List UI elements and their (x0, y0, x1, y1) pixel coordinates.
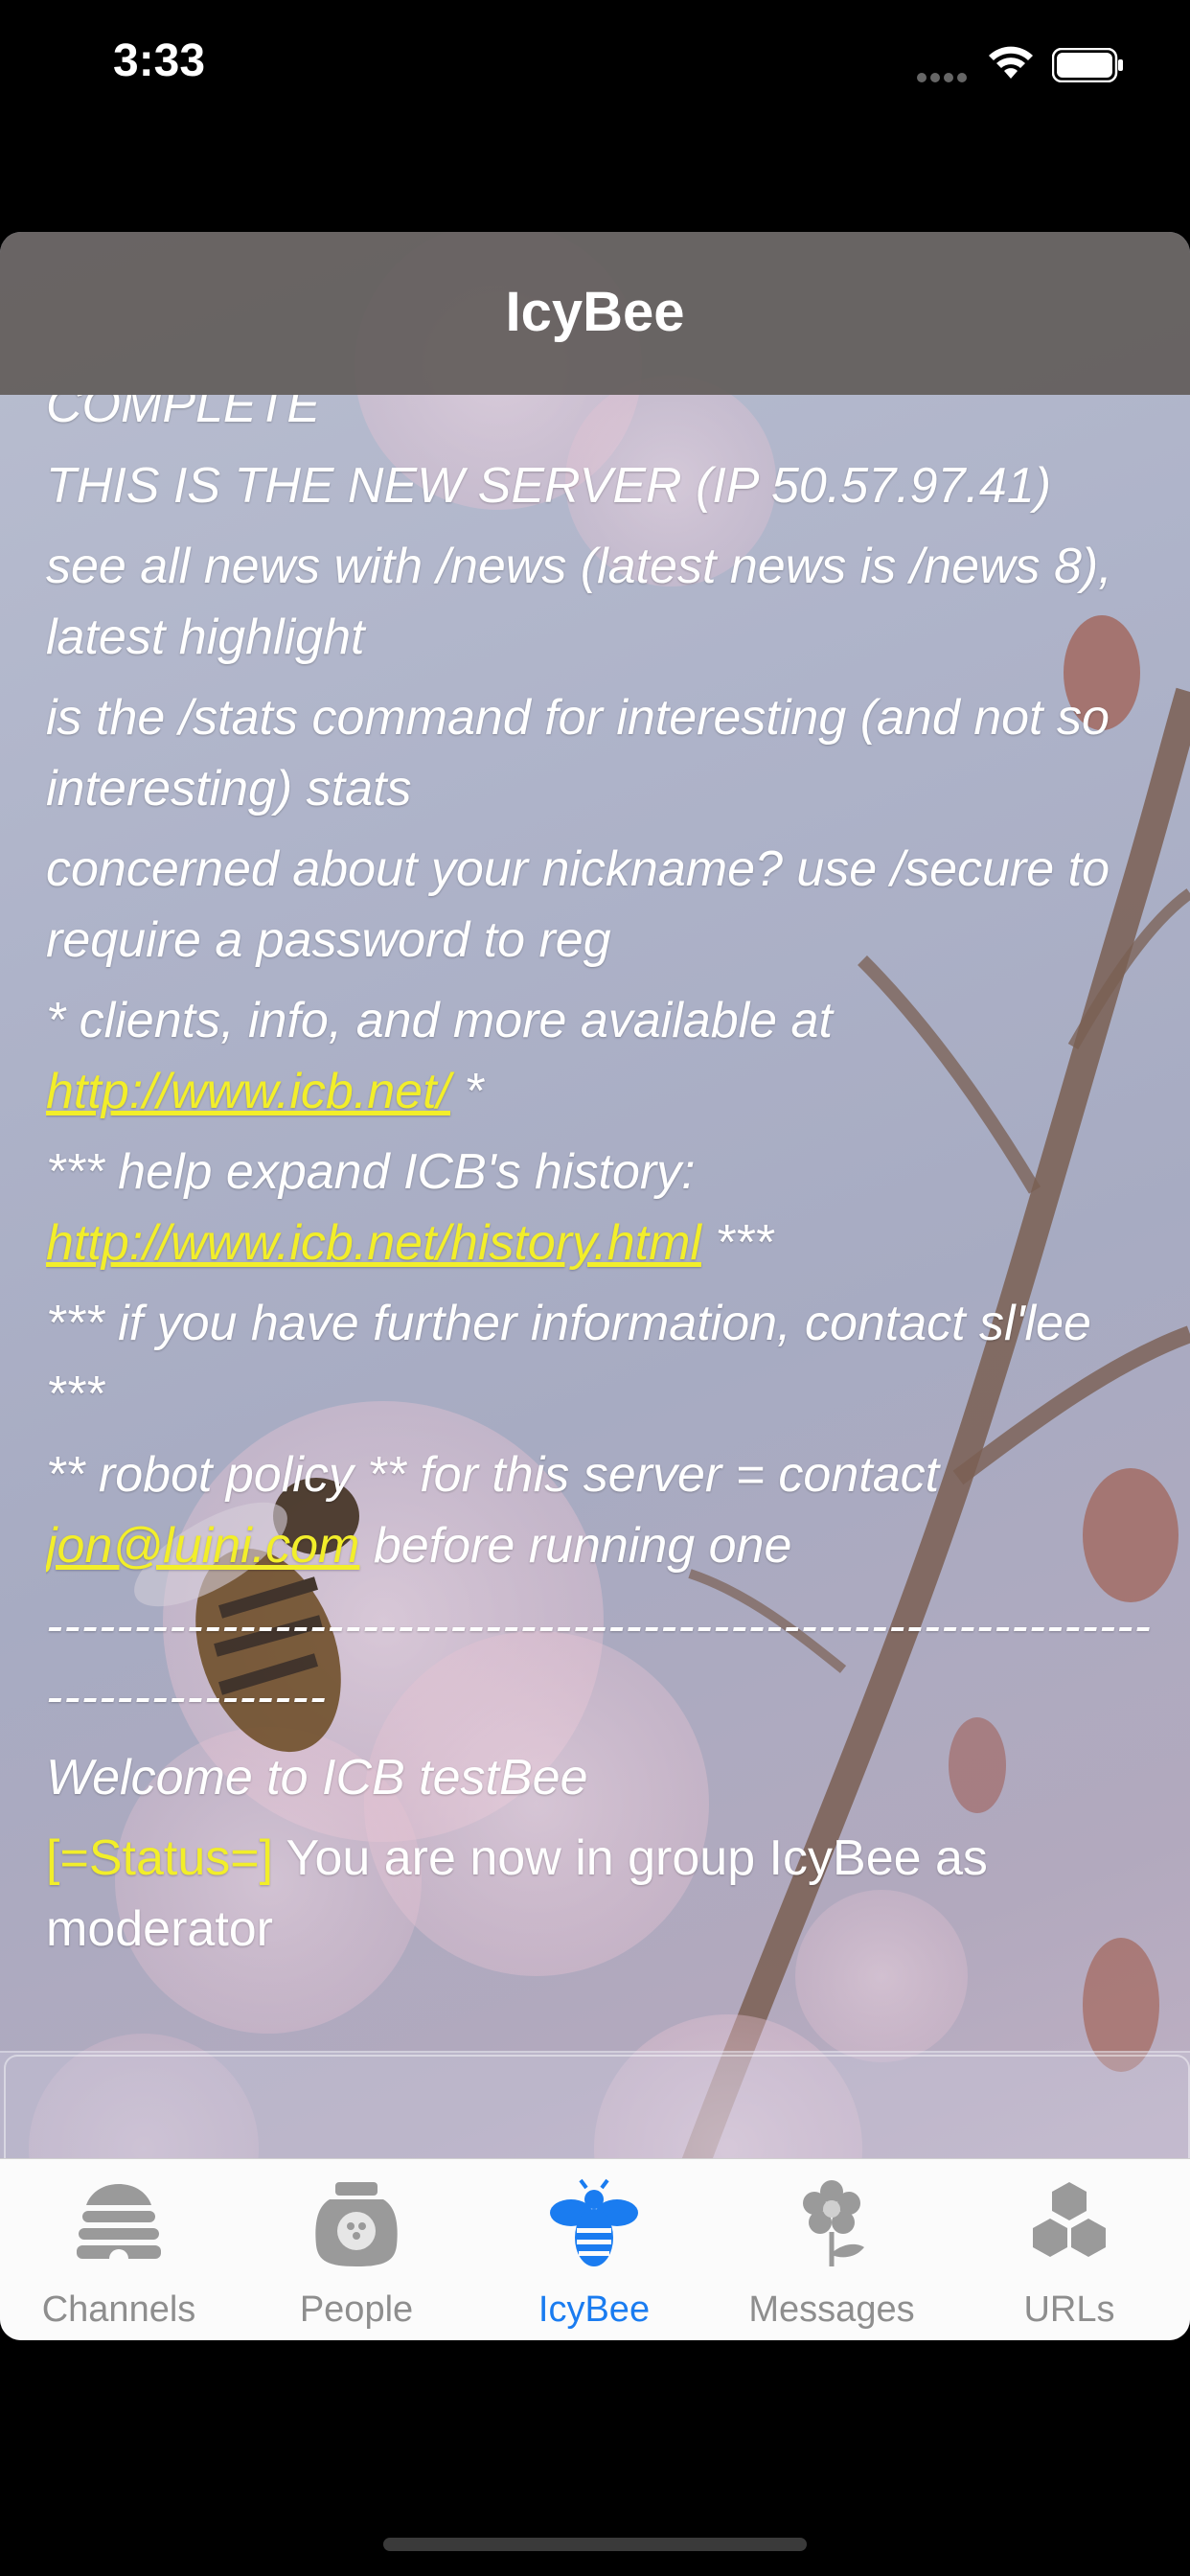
clients-suffix: * (449, 1064, 484, 1119)
message-robot-policy: ** robot policy ** for this server = con… (46, 1439, 1157, 1581)
jar-icon (315, 2182, 398, 2266)
battery-icon (1051, 47, 1125, 87)
message-status: [=Status=] You are now in group IcyBee a… (46, 1823, 1157, 1965)
wifi-icon (987, 44, 1035, 87)
history-suffix: *** (700, 1215, 774, 1271)
email-link[interactable]: jon@luini.com (46, 1518, 359, 1574)
message-complete: COMPLETE (46, 395, 321, 433)
message-welcome: Welcome to ICB testBee (46, 1750, 588, 1806)
tab-label-people: People (299, 2289, 414, 2330)
navigation-bar: IcyBee (0, 232, 1190, 395)
home-indicator[interactable] (383, 2538, 807, 2551)
tab-icybee[interactable]: IcyBee (475, 2159, 713, 2340)
robot-suffix: before running one (359, 1518, 792, 1574)
tab-label-messages: Messages (748, 2289, 915, 2330)
beehive-icon (77, 2184, 161, 2259)
message-secure: concerned about your nickname? use /secu… (46, 841, 1110, 968)
message-news: see all news with /news (latest news is … (46, 539, 1112, 665)
icb-link[interactable]: http://www.icb.net/ (46, 1064, 450, 1119)
robot-prefix: ** robot policy ** for this server = con… (46, 1447, 940, 1503)
chat-log[interactable]: COMPLETE THIS IS THE NEW SERVER (IP 50.5… (46, 395, 1157, 2279)
tab-channels[interactable]: Channels (0, 2159, 238, 2340)
tab-label-channels: Channels (41, 2289, 196, 2330)
cellular-signal-icon (916, 71, 970, 88)
tab-bar: Channels People IcyBee Messages URLs (0, 2158, 1190, 2340)
flower-icon (803, 2180, 864, 2266)
tab-label-urls: URLs (1023, 2289, 1115, 2330)
message-input[interactable] (4, 2055, 1190, 2162)
history-link[interactable]: http://www.icb.net/history.html (46, 1215, 701, 1271)
message-new-server: THIS IS THE NEW SERVER (IP 50.57.97.41) (46, 458, 1052, 514)
history-prefix: *** help expand ICB's history: (46, 1144, 696, 1200)
status-time: 3:33 (113, 35, 206, 86)
app-window: IcyBee COMPLETE THIS IS THE NEW SERVER (… (0, 232, 1190, 2340)
message-input-bar (0, 2051, 1190, 2162)
honeycomb-icon (1033, 2182, 1106, 2257)
nav-title: IcyBee (505, 281, 685, 343)
tab-people[interactable]: People (238, 2159, 475, 2340)
message-stats: is the /stats command for interesting (a… (46, 690, 1110, 816)
status-tag: [=Status=] (46, 1830, 274, 1886)
tab-label-icybee: IcyBee (538, 2289, 651, 2330)
message-contact: *** if you have further information, con… (46, 1296, 1091, 1422)
status-bar: 3:33 (0, 0, 1190, 134)
tab-messages[interactable]: Messages (713, 2159, 950, 2340)
bee-icon (550, 2178, 638, 2266)
message-clients: * clients, info, and more available at h… (46, 985, 1157, 1127)
divider-line: ----------------------------------------… (46, 1598, 1152, 1725)
message-history: *** help expand ICB's history: http://ww… (46, 1137, 1157, 1278)
tab-urls[interactable]: URLs (950, 2159, 1188, 2340)
clients-prefix: * clients, info, and more available at (46, 993, 833, 1048)
